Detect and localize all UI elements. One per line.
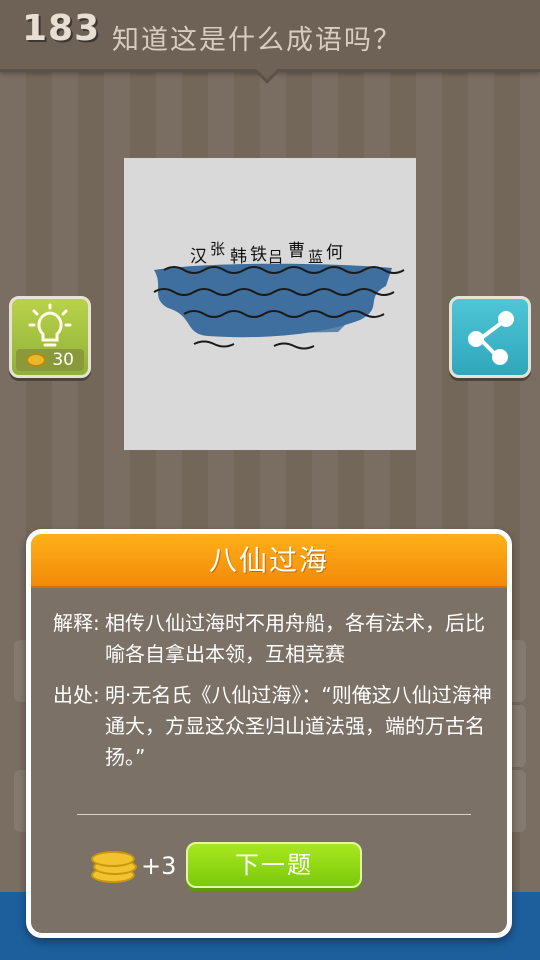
puzzle-name: 蓝 <box>308 248 323 266</box>
puzzle-name: 韩 <box>230 247 247 267</box>
answer-dialog: 八仙过海 解释: 相传八仙过海时不用舟船，各有法术，后比喻各自拿出本领，互相竞赛… <box>26 529 512 938</box>
hint-button[interactable]: 30 <box>9 296 91 378</box>
puzzle-name: 吕 <box>268 248 283 266</box>
explanation: 解释: 相传八仙过海时不用舟船，各有法术，后比喻各自拿出本领，互相竞赛 <box>53 608 493 670</box>
top-bar-notch <box>254 58 280 84</box>
puzzle-name: 铁 <box>250 245 267 265</box>
hint-cost: 30 <box>52 350 74 370</box>
share-button[interactable] <box>449 296 531 378</box>
explain-label: 解释: <box>53 611 100 635</box>
next-question-button[interactable]: 下一题 <box>186 842 362 888</box>
puzzle-name: 张 <box>210 240 225 258</box>
source-label: 出处: <box>53 683 100 707</box>
coin-icon <box>26 353 46 367</box>
source: 出处: 明·无名氏《八仙过海》：“则俺这八仙过海神通大，方显这众圣归山道法强，端… <box>53 680 493 773</box>
puzzle-name: 何 <box>326 243 343 263</box>
reward-amount: +3 <box>141 852 177 880</box>
puzzle-name: 汉 <box>190 247 207 267</box>
source-text: 明·无名氏《八仙过海》：“则俺这八仙过海神通大，方显这众圣归山道法强，端的万古名… <box>105 683 492 769</box>
top-bar: 183 知道这是什么成语吗？ <box>0 0 540 84</box>
hint-cost-bar: 30 <box>16 349 84 371</box>
dialog-title: 八仙过海 <box>208 544 329 577</box>
coins-icon <box>91 849 137 883</box>
level-number: 183 <box>22 8 101 49</box>
puzzle-image: 汉 张 韩 铁 吕 曹 蓝 何 <box>124 158 416 450</box>
puzzle-name: 曹 <box>288 241 305 261</box>
question-text: 知道这是什么成语吗？ <box>112 25 402 56</box>
dialog-header: 八仙过海 <box>31 534 507 588</box>
share-icon <box>468 311 514 365</box>
next-question-label: 下一题 <box>235 851 313 879</box>
explain-text: 相传八仙过海时不用舟船，各有法术，后比喻各自拿出本领，互相竞赛 <box>105 611 485 666</box>
divider <box>77 814 471 815</box>
